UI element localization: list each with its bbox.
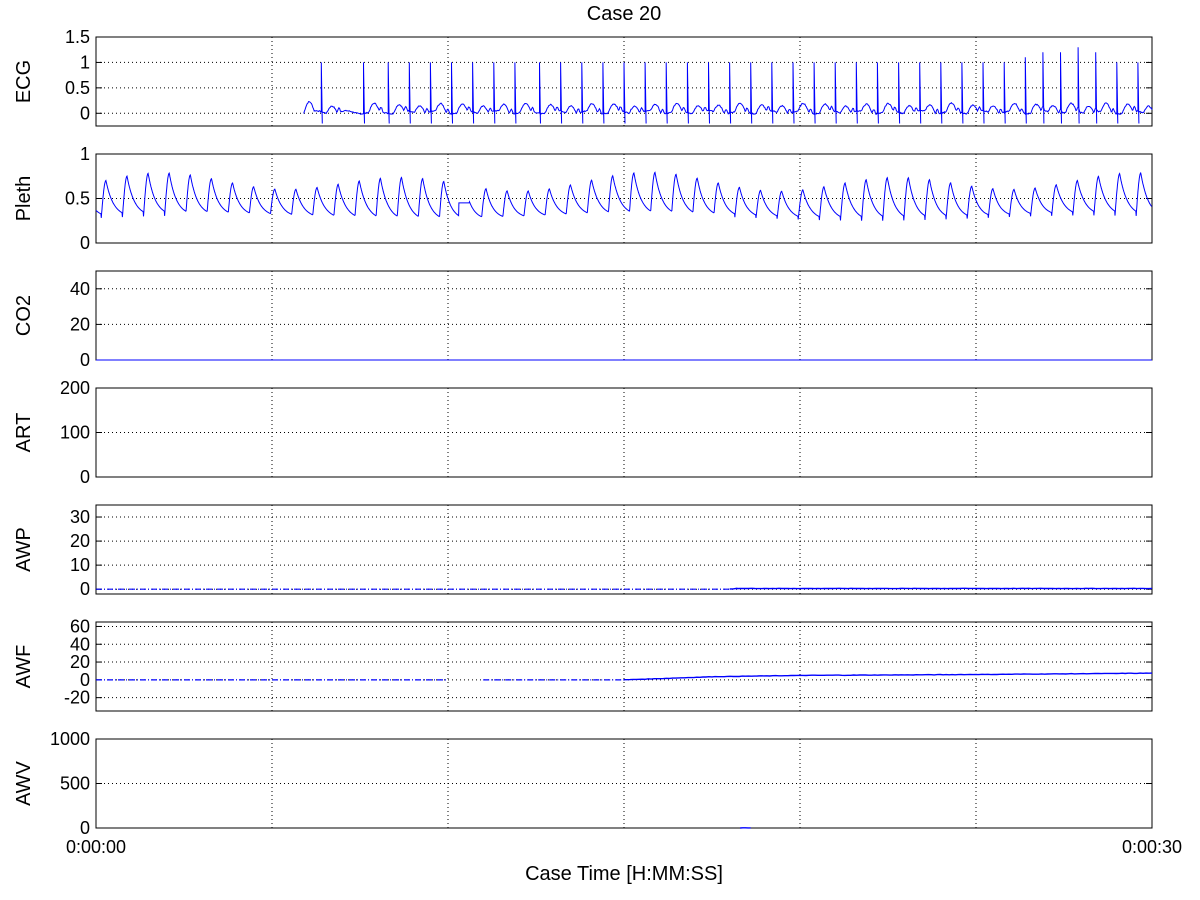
panel-ecg-ytick-label-1: 0.5	[65, 78, 90, 98]
panel-awv-ytick-label-0: 0	[80, 818, 90, 838]
panel-awp-ytick-label-3: 30	[70, 507, 90, 527]
panel-ecg-ylabel: ECG	[13, 60, 35, 103]
panel-awf-ytick-label-3: 40	[70, 634, 90, 654]
x-axis-label: Case Time [H:MM:SS]	[525, 863, 723, 885]
chart-svg: Case 2000.511.5ECG00.51Pleth02040CO20100…	[13, 3, 1182, 885]
panel-art-ytick-label-2: 200	[60, 378, 90, 398]
panel-ecg-ytick-label-0: 0	[80, 103, 90, 123]
panel-awf-ytick-label-4: 60	[70, 616, 90, 636]
panel-awv-ytick-label-1: 500	[60, 774, 90, 794]
chart-title: Case 20	[587, 3, 662, 25]
panel-awf-ytick-label-1: 0	[80, 670, 90, 690]
panel-awv-ytick-label-2: 1000	[50, 729, 90, 749]
panel-co2-ytick-label-0: 0	[80, 350, 90, 370]
panel-ecg-ytick-label-2: 1	[80, 52, 90, 72]
panel-co2-ytick-label-1: 20	[70, 314, 90, 334]
panel-pleth-ylabel: Pleth	[13, 176, 35, 222]
panel-art-ytick-label-1: 100	[60, 423, 90, 443]
panel-awf-ylabel: AWF	[13, 645, 35, 689]
panel-awp-series-line	[729, 587, 1153, 590]
x-tick-label-start: 0:00:00	[66, 837, 126, 857]
panel-awv-ylabel: AWV	[13, 760, 35, 805]
panel-art-ytick-label-0: 0	[80, 467, 90, 487]
panel-pleth-ytick-label-0: 0	[80, 233, 90, 253]
panel-awp-ylabel: AWP	[13, 527, 35, 572]
panel-pleth-ytick-label-1: 0.5	[65, 189, 90, 209]
panel-ecg-ytick-label-3: 1.5	[65, 27, 90, 47]
panel-awp-ytick-label-0: 0	[80, 579, 90, 599]
panel-co2-ylabel: CO2	[13, 295, 35, 336]
panel-awp-ytick-label-1: 10	[70, 555, 90, 575]
panel-art-ylabel: ART	[13, 413, 35, 453]
panel-awp-ytick-label-2: 20	[70, 531, 90, 551]
panel-awf-ytick-label-0: -20	[64, 688, 90, 708]
panel-co2-ytick-label-2: 40	[70, 279, 90, 299]
x-tick-label-end: 0:00:30	[1122, 837, 1182, 857]
chart-figure: Case 20 0 0.5 1 1.5 ECG 0 0.5 1 Pleth 0 20 40 CO2 0 100…	[0, 0, 1200, 900]
panel-pleth-ytick-label-2: 1	[80, 144, 90, 164]
panel-awf-ytick-label-2: 20	[70, 652, 90, 672]
